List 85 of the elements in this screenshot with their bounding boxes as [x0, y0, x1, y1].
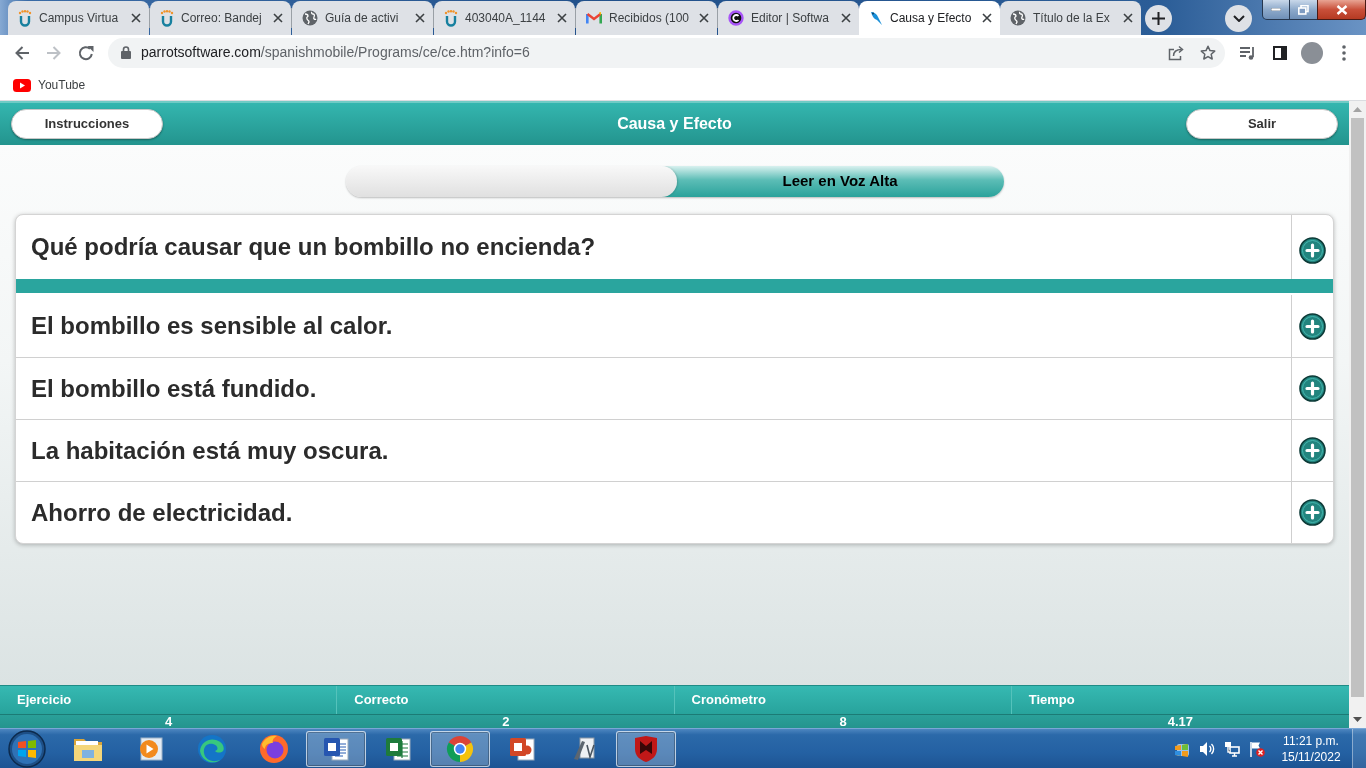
browser-tab[interactable]: Recibidos (100	[576, 1, 717, 35]
maximize-button[interactable]	[1290, 0, 1317, 20]
globe-icon	[302, 10, 318, 26]
close-icon[interactable]	[1123, 13, 1133, 23]
stat-label: Ejercicio	[17, 691, 72, 710]
close-icon[interactable]	[699, 13, 709, 23]
taskbar-button[interactable]	[306, 730, 366, 767]
mail-icon	[586, 12, 602, 24]
start-icon[interactable]	[7, 729, 47, 768]
shield-icon	[633, 734, 659, 763]
stat-label: Tiempo	[1028, 691, 1075, 710]
flame-globe-icon	[259, 733, 289, 764]
plus-icon[interactable]	[1299, 312, 1326, 340]
globe-icon	[1010, 10, 1026, 26]
stat-value: 2	[502, 715, 510, 729]
scroll-down-icon[interactable]	[1353, 717, 1362, 722]
scrollbar[interactable]	[1349, 101, 1366, 728]
answer-text: La habitación está muy oscura.	[31, 435, 389, 466]
ring-logo-icon	[728, 10, 744, 26]
browser-tab[interactable]: 403040A_1144	[434, 1, 575, 35]
answer-text: El bombillo es sensible al calor.	[31, 311, 393, 341]
star-icon[interactable]	[1200, 44, 1216, 61]
play-icon	[137, 735, 163, 762]
back-icon[interactable]	[14, 44, 30, 61]
bird-icon	[869, 10, 883, 26]
close-icon[interactable]	[415, 13, 425, 23]
browser-tab[interactable]: Guía de activi	[292, 1, 433, 35]
speaker-icon[interactable]	[1199, 740, 1215, 757]
swirl-icon	[197, 733, 227, 764]
app-title: Causa y Efecto	[617, 114, 732, 134]
plus-icon[interactable]	[1299, 375, 1326, 402]
browser-tab[interactable]: Correo: Bandej	[150, 1, 291, 35]
flag-alert-icon[interactable]	[1249, 740, 1265, 757]
stat-label: Correcto	[354, 691, 409, 710]
taskbar-button[interactable]	[616, 730, 676, 767]
plus-icon[interactable]	[1299, 437, 1326, 464]
plus-icon[interactable]	[1299, 499, 1326, 526]
share-icon[interactable]	[1168, 44, 1184, 61]
browser-tab[interactable]: Campus Virtua	[8, 1, 149, 35]
close-icon[interactable]	[982, 13, 992, 23]
close-window-button[interactable]	[1317, 0, 1366, 20]
close-icon[interactable]	[841, 13, 851, 23]
restore-icon	[1298, 4, 1309, 15]
plus-icon[interactable]	[1299, 236, 1326, 264]
scrollbar-thumb[interactable]	[1351, 118, 1364, 697]
more-icon[interactable]	[1342, 44, 1346, 61]
close-icon	[1335, 4, 1348, 15]
university-logo-icon	[160, 9, 174, 27]
answer-text: Ahorro de electricidad.	[31, 497, 293, 528]
browser-tab[interactable]: Editor | Softwa	[718, 1, 859, 35]
show-desktop-button[interactable]	[1352, 729, 1366, 768]
network-icon[interactable]	[1224, 740, 1240, 757]
chevron-down-icon	[1232, 14, 1245, 22]
minimize-icon	[1271, 8, 1281, 11]
new-tab-button[interactable]	[1145, 4, 1172, 32]
plus-icon	[1152, 11, 1165, 25]
address-bar[interactable]: parrotsoftware.com/spanishmobile/Programs/ce/ce.htm?info=6	[108, 37, 1225, 68]
clock-time: 11:21 p.m.	[1283, 732, 1339, 749]
clock-date: 15/11/2022	[1281, 748, 1341, 765]
video-play-icon	[13, 78, 31, 92]
browser-tab[interactable]: Causa y Efecto	[859, 1, 1000, 35]
close-icon[interactable]	[131, 13, 141, 23]
reload-icon[interactable]	[78, 44, 94, 61]
question-text: Qué podría causar que un bombillo no encienda?	[31, 232, 596, 262]
wheel-logo-icon	[445, 733, 475, 764]
lock-icon	[121, 46, 131, 59]
close-icon[interactable]	[273, 13, 283, 23]
minimize-button[interactable]	[1262, 0, 1290, 20]
instructions-button[interactable]: Instrucciones	[11, 109, 163, 139]
university-logo-icon	[18, 9, 32, 27]
stat-value: 4.17	[1167, 715, 1194, 729]
stat-label: Cronómetro	[691, 691, 766, 710]
university-logo-icon	[444, 9, 458, 27]
exit-button[interactable]: Salir	[1186, 109, 1338, 139]
answer-text: El bombillo está fundido.	[31, 373, 317, 404]
playlist-icon[interactable]	[1240, 45, 1256, 60]
browser-tab[interactable]: Título de la Ex	[1000, 1, 1141, 35]
sidebar-icon[interactable]	[1273, 45, 1287, 60]
url-text: parrotsoftware.com/spanishmobile/Programs/ce/ce.htm?info=6	[141, 43, 530, 62]
stat-value: 4	[165, 715, 173, 729]
stat-value: 8	[839, 715, 847, 729]
avatar-icon[interactable]	[1301, 41, 1323, 64]
bookmark-link[interactable]: YouTube	[13, 76, 86, 94]
tab-search-button[interactable]	[1225, 4, 1252, 32]
close-icon[interactable]	[557, 13, 567, 23]
